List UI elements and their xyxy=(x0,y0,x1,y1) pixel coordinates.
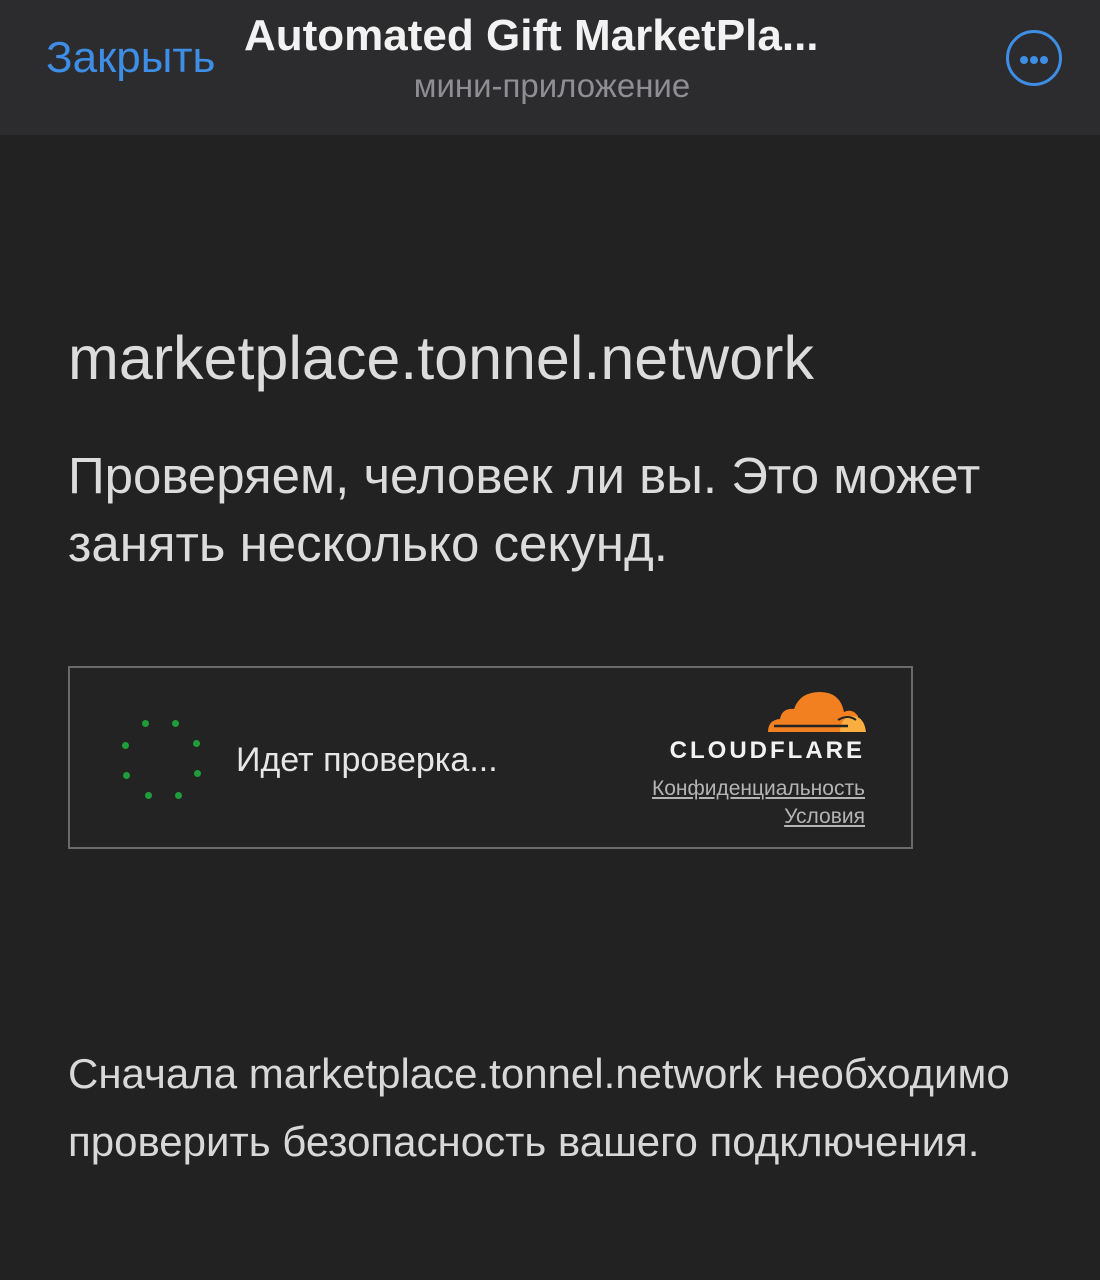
loading-spinner-icon xyxy=(114,710,210,806)
cloudflare-challenge-widget: Идет проверка... CLOUDFLARE Конфиденциал… xyxy=(68,666,913,849)
mini-app-header: Закрыть Automated Gift MarketPla... мини… xyxy=(0,0,1100,135)
more-dot xyxy=(1030,56,1038,64)
site-domain: marketplace.tonnel.network xyxy=(68,324,814,392)
terms-link[interactable]: Условия xyxy=(784,804,865,830)
cloudflare-brand-name: CLOUDFLARE xyxy=(669,737,865,764)
app-title: Automated Gift MarketPla... xyxy=(244,11,819,60)
more-dot xyxy=(1020,56,1028,64)
spinner-dot xyxy=(122,742,129,749)
spinner-dot xyxy=(145,792,152,799)
spinner-dot xyxy=(193,740,200,747)
spinner-dot xyxy=(172,720,179,727)
app-subtitle: мини-приложение xyxy=(413,67,691,104)
spinner-dot xyxy=(142,720,149,727)
privacy-link[interactable]: Конфиденциальность xyxy=(652,776,865,802)
cloudflare-cloud-icon xyxy=(768,692,866,732)
spinner-dot xyxy=(194,770,201,777)
more-dot xyxy=(1040,56,1048,64)
more-horizontal-icon[interactable] xyxy=(1006,30,1062,86)
spinner-dot xyxy=(123,772,130,779)
spinner-dot xyxy=(175,792,182,799)
verifying-label: Идет проверка... xyxy=(236,741,498,779)
security-check-notice: Сначала marketplace.tonnel.network необх… xyxy=(68,1050,1010,1165)
verification-message: Проверяем, человек ли вы. Это может заня… xyxy=(68,447,981,572)
